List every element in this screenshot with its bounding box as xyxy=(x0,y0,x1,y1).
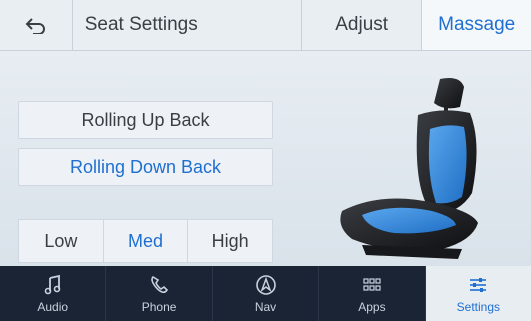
massage-panel: Rolling Up Back Rolling Down Back Low Me… xyxy=(0,51,531,266)
apps-grid-icon xyxy=(363,277,381,291)
nav-navigation-label: Nav xyxy=(254,299,277,314)
nav-apps[interactable]: Apps xyxy=(319,266,426,321)
page-title: Seat Settings xyxy=(73,0,302,50)
top-bar: Seat Settings Adjust Massage xyxy=(0,0,531,51)
phone-icon xyxy=(151,275,169,293)
intensity-low-button[interactable]: Low xyxy=(19,220,104,262)
nav-settings-label: Settings xyxy=(456,299,500,314)
nav-audio-label: Audio xyxy=(37,299,69,314)
nav-phone[interactable]: Phone xyxy=(106,266,213,321)
music-note-icon xyxy=(44,274,61,294)
nav-phone-label: Phone xyxy=(141,299,177,314)
intensity-high-button[interactable]: High xyxy=(188,220,272,262)
sliders-icon xyxy=(470,277,487,292)
nav-audio[interactable]: Audio xyxy=(0,266,107,321)
intensity-selector: Low Med High xyxy=(18,219,273,263)
nav-settings[interactable]: Settings xyxy=(425,266,531,321)
nav-navigation[interactable]: Nav xyxy=(213,266,320,321)
back-arrow-icon xyxy=(25,18,45,34)
tab-adjust[interactable]: Adjust xyxy=(302,0,423,50)
tab-massage[interactable]: Massage xyxy=(422,0,531,50)
rolling-down-back-button[interactable]: Rolling Down Back xyxy=(18,148,273,186)
navigation-icon xyxy=(255,274,276,295)
seat-illustration xyxy=(340,78,478,259)
intensity-med-button[interactable]: Med xyxy=(104,220,189,262)
nav-apps-label: Apps xyxy=(358,299,386,314)
rolling-up-back-button[interactable]: Rolling Up Back xyxy=(18,101,273,139)
bottom-nav: Audio Phone Nav Apps Settings xyxy=(0,266,531,321)
back-button[interactable] xyxy=(0,0,73,50)
